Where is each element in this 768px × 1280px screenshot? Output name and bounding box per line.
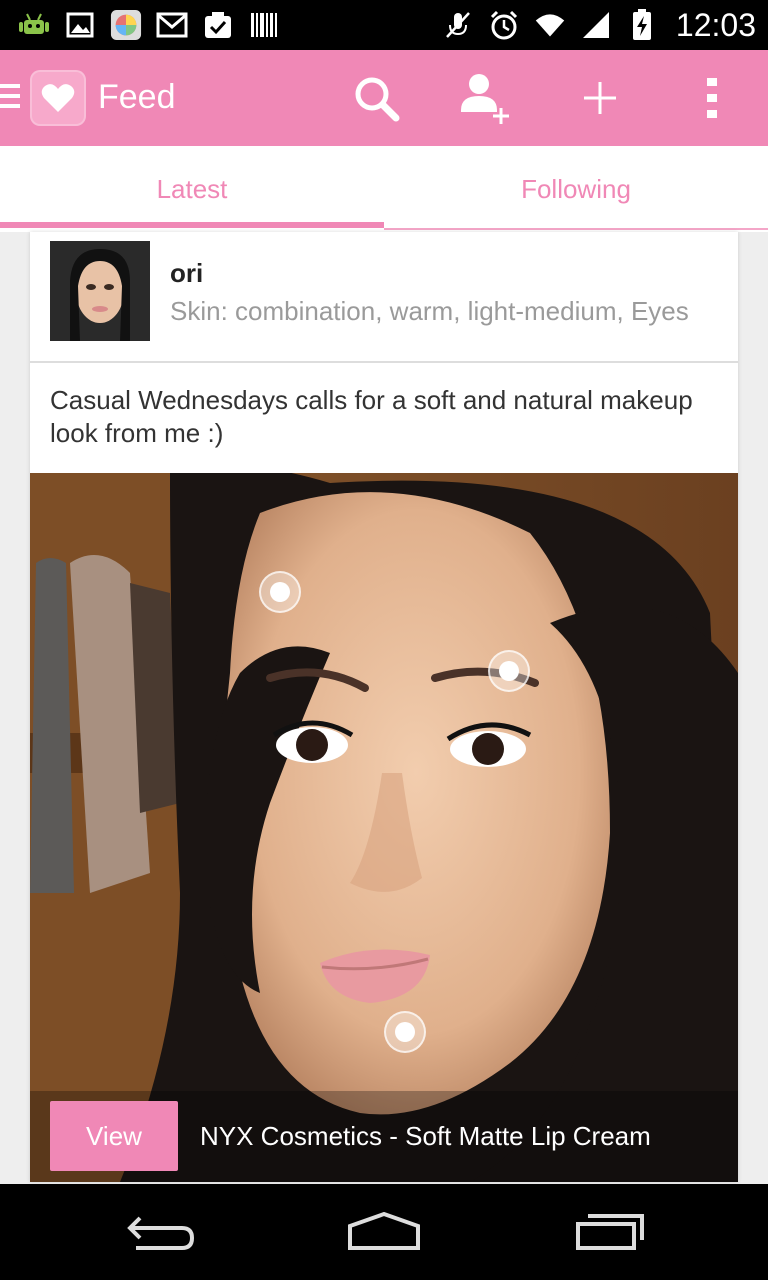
card-divider xyxy=(30,361,738,363)
battery-icon xyxy=(626,9,658,41)
view-product-button[interactable]: View xyxy=(50,1101,178,1171)
overflow-menu-icon xyxy=(707,78,717,118)
add-person-button[interactable] xyxy=(456,70,516,126)
app-logo[interactable] xyxy=(30,70,86,126)
android-debug-icon xyxy=(18,9,50,41)
search-button[interactable] xyxy=(346,70,406,126)
app-icon xyxy=(110,9,142,41)
navigation-bar xyxy=(0,1184,768,1280)
back-button[interactable] xyxy=(120,1206,200,1258)
app-title: Feed xyxy=(98,78,176,116)
status-bar: 12:03 xyxy=(0,0,768,50)
tab-following[interactable]: Following xyxy=(384,146,768,232)
tab-divider xyxy=(384,228,768,230)
menu-icon[interactable] xyxy=(0,84,22,112)
notification-icons xyxy=(18,8,280,42)
system-icons: 12:03 xyxy=(442,6,756,43)
username[interactable]: ori xyxy=(170,258,203,289)
signal-icon xyxy=(580,9,612,41)
plus-icon xyxy=(584,82,616,114)
status-time: 12:03 xyxy=(675,6,756,43)
product-tag-dot[interactable] xyxy=(384,1011,426,1053)
overflow-menu-button[interactable] xyxy=(682,70,742,126)
heart-icon xyxy=(41,84,75,112)
recents-icon xyxy=(576,1214,644,1250)
recents-button[interactable] xyxy=(570,1206,650,1258)
wifi-icon xyxy=(534,9,566,41)
product-bar: View NYX Cosmetics - Soft Matte Lip Crea… xyxy=(30,1091,738,1182)
search-icon xyxy=(355,77,400,122)
product-tag-dot[interactable] xyxy=(488,650,530,692)
clipboard-check-icon xyxy=(202,9,234,41)
product-name[interactable]: NYX Cosmetics - Soft Matte Lip Cream xyxy=(200,1121,651,1152)
selected-tab-indicator xyxy=(0,222,384,228)
home-button[interactable] xyxy=(344,1206,424,1258)
gmail-icon xyxy=(156,9,188,41)
avatar[interactable] xyxy=(50,241,150,341)
feed-tabs: Latest Following xyxy=(0,146,768,232)
post-card[interactable]: ori Skin: combination, warm, light-mediu… xyxy=(30,232,738,1182)
add-post-button[interactable] xyxy=(570,70,630,126)
add-person-icon xyxy=(461,74,509,124)
post-caption: Casual Wednesdays calls for a soft and n… xyxy=(50,385,693,448)
back-icon xyxy=(127,1216,195,1250)
image-icon xyxy=(64,9,96,41)
barcode-icon xyxy=(248,9,280,41)
home-icon xyxy=(348,1212,420,1250)
alarm-icon xyxy=(488,9,520,41)
tab-latest[interactable]: Latest xyxy=(0,146,384,232)
post-photo[interactable]: View NYX Cosmetics - Soft Matte Lip Crea… xyxy=(30,473,738,1182)
product-tag-dot[interactable] xyxy=(259,571,301,613)
mute-icon xyxy=(442,9,474,41)
skin-info: Skin: combination, warm, light-medium, E… xyxy=(170,296,689,326)
app-bar: Feed xyxy=(0,50,768,146)
